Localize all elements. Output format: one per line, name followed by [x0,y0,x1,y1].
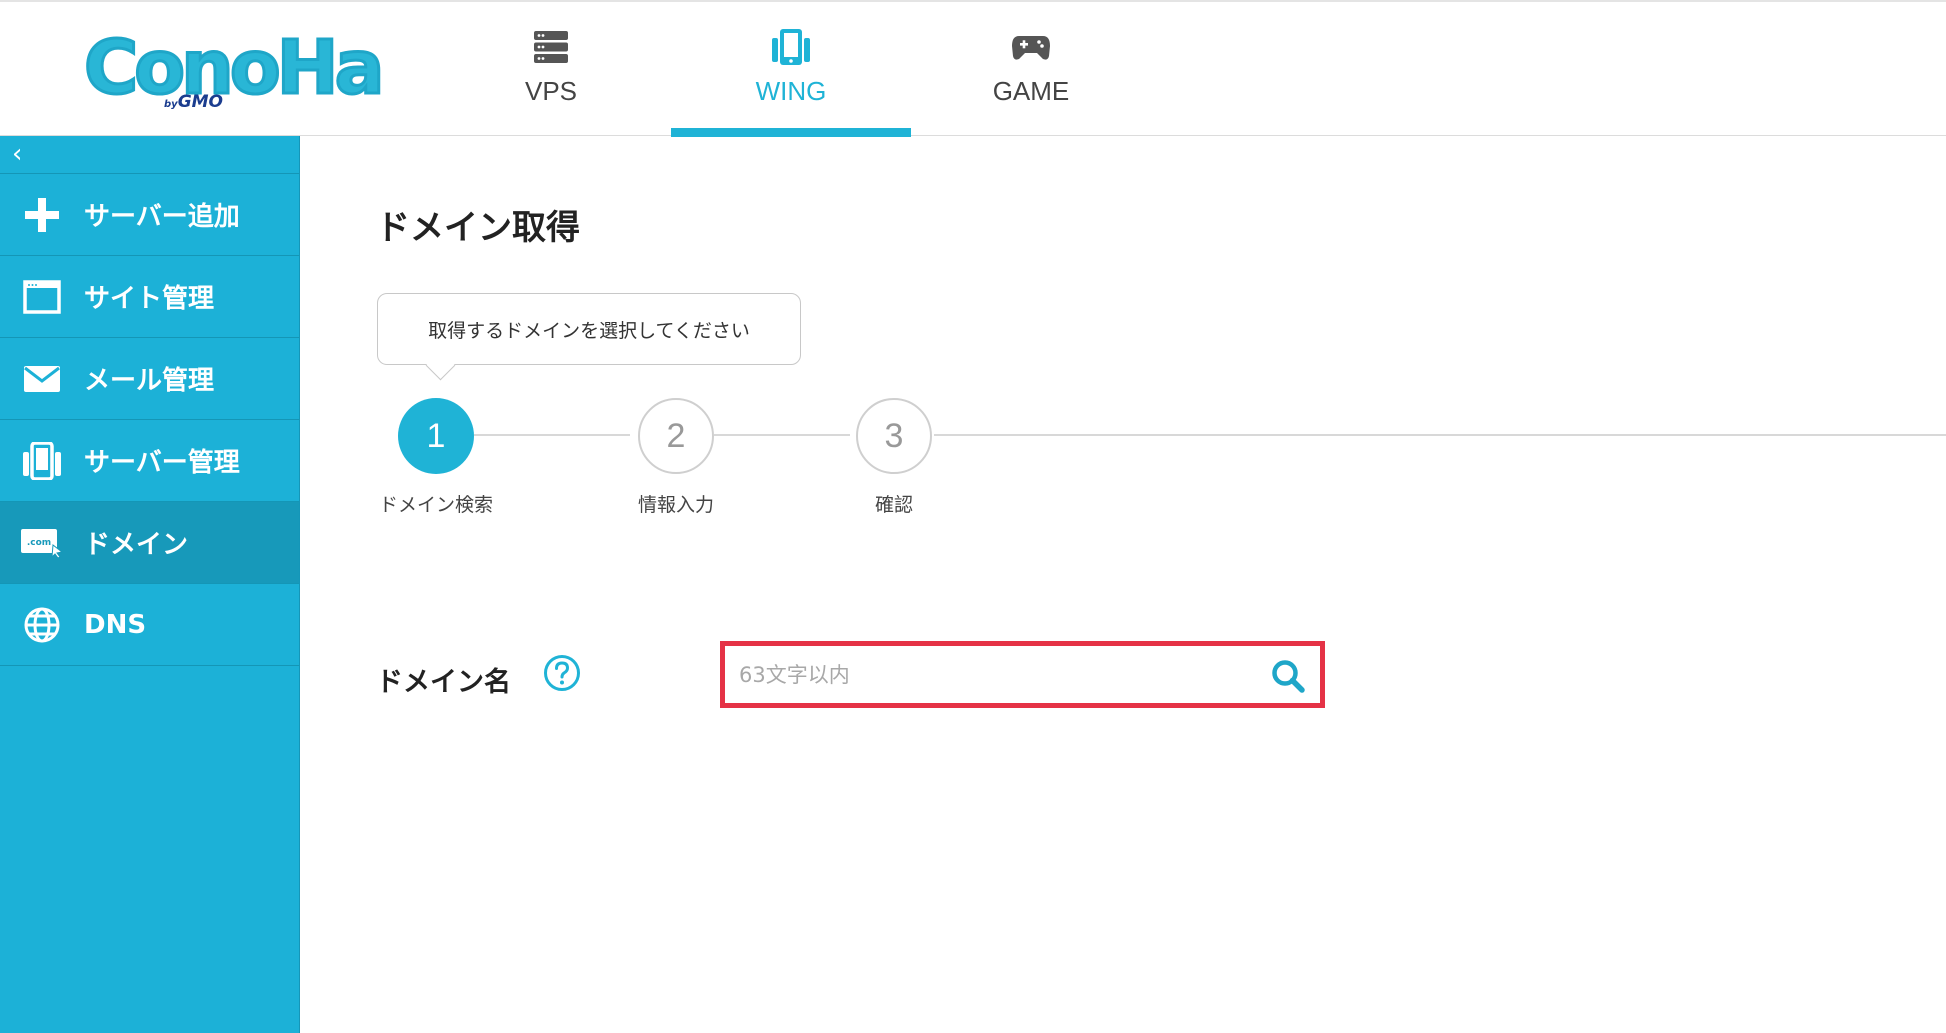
step-2-label: 情報入力 [637,494,714,516]
domain-search-input[interactable] [733,652,1253,697]
step-tooltip: 取得するドメインを選択してください [377,293,801,365]
sidebar-item-domain[interactable]: .com ドメイン [0,502,299,584]
logo-wordmark: ConoHa [83,25,387,111]
gamepad-icon [1011,28,1051,66]
domain-com-icon: .com [0,502,84,583]
sidebar-collapse-button[interactable]: ‹ [0,136,299,174]
tab-wing[interactable]: WING [671,2,911,137]
domain-search-box [720,641,1325,708]
sidebar-item-site-management[interactable]: サイト管理 [0,256,299,338]
sidebar-item-add-server[interactable]: サーバー追加 [0,174,299,256]
svg-text:.com: .com [27,538,51,548]
logo-subtext: byGMO [164,92,224,112]
server-icon [0,420,84,501]
server-rack-icon [533,28,569,66]
sidebar-item-dns[interactable]: DNS [0,584,299,666]
mobile-server-icon [771,28,811,66]
sidebar-item-server-management[interactable]: サーバー管理 [0,420,299,502]
browser-window-icon [0,256,84,337]
conoha-logo[interactable]: ConoHa byGMO [83,27,387,118]
tooltip-text: 取得するドメインを選択してください [428,319,750,342]
tab-vps[interactable]: VPS [431,2,671,137]
step-3-circle: 3 [856,398,932,474]
plus-icon [0,174,84,255]
step-3-label: 確認 [874,494,913,516]
sidebar-item-label: メール管理 [84,366,215,396]
sidebar-item-label: ドメイン [84,530,189,560]
sidebar: ‹ サーバー追加 サイト管理 メール管理 サーバー管理 .com ドメイン DN… [0,136,300,1033]
stepper-connector [934,434,1946,436]
sidebar-item-mail-management[interactable]: メール管理 [0,338,299,420]
search-icon[interactable] [1270,658,1306,694]
envelope-icon [0,338,84,419]
tab-game[interactable]: GAME [911,2,1151,137]
domain-name-label: ドメイン名 [376,667,511,698]
sidebar-item-label: サーバー追加 [84,202,240,232]
tab-label: GAME [992,76,1070,106]
tab-label: VPS [524,76,578,106]
sidebar-item-label: サーバー管理 [84,448,240,478]
tab-label: WING [755,76,827,106]
page-title: ドメイン取得 [376,208,580,248]
globe-icon [0,584,84,665]
chevron-left-icon: ‹ [12,139,23,169]
sidebar-item-label: DNS [84,609,147,640]
top-header: ConoHa byGMO VPS WING GAME [0,0,1946,137]
stepper-connector [474,434,630,436]
help-question-icon[interactable] [543,654,581,692]
step-1-label: ドメイン検索 [378,494,493,516]
sidebar-item-label: サイト管理 [84,284,215,314]
stepper-connector [714,434,850,436]
step-1-circle: 1 [398,398,474,474]
step-2-circle: 2 [638,398,714,474]
